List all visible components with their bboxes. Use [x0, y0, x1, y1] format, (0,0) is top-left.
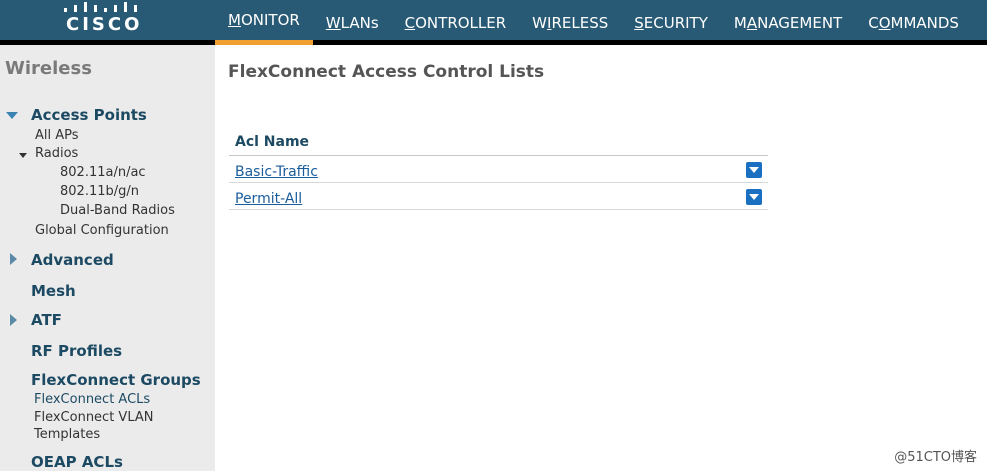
sidebar-item-global-config[interactable]: Global Configuration: [35, 223, 169, 238]
cisco-logo-text: CISCO: [66, 14, 143, 35]
nav-wlans[interactable]: W LANs: [313, 0, 392, 45]
sidebar-item-flexconnect-groups[interactable]: FlexConnect Groups: [31, 371, 201, 389]
sidebar-item-flexconnect-vlan-templates[interactable]: Templates: [34, 427, 100, 442]
nav-monitor[interactable]: M ONITOR: [215, 0, 313, 45]
page-title: FlexConnect Access Control Lists: [228, 62, 545, 82]
acl-link[interactable]: Basic-Traffic: [235, 164, 318, 180]
sidebar-item-flexconnect-vlan[interactable]: FlexConnect VLAN: [34, 410, 154, 425]
nav-security[interactable]: S ECURITY: [621, 0, 721, 45]
nav-management[interactable]: M A NAGEMENT: [721, 0, 855, 45]
acl-link[interactable]: Permit-All: [235, 191, 302, 207]
expand-right-icon[interactable]: [10, 314, 17, 326]
sidebar-item-all-aps[interactable]: All APs: [35, 128, 79, 143]
sidebar: Wireless Access Points All APs Radios 80…: [0, 45, 215, 471]
sidebar-item-radios[interactable]: Radios: [35, 146, 78, 161]
sidebar-item-mesh[interactable]: Mesh: [31, 282, 76, 300]
expand-down-icon[interactable]: [6, 112, 18, 119]
table-row: Basic-Traffic: [229, 156, 768, 183]
expand-down-icon[interactable]: [19, 153, 27, 158]
row-dropdown-icon[interactable]: [746, 162, 762, 178]
sidebar-item-radio-a[interactable]: 802.11a/n/ac: [60, 165, 146, 180]
cisco-logo-bars: [62, 0, 144, 12]
sidebar-item-rf-profiles[interactable]: RF Profiles: [31, 342, 122, 360]
sidebar-item-advanced[interactable]: Advanced: [31, 251, 114, 269]
watermark: @51CTO博客: [894, 450, 977, 465]
sidebar-item-oeap-acls[interactable]: OEAP ACLs: [31, 453, 123, 471]
column-header-acl-name: Acl Name: [229, 128, 768, 156]
nav-controller[interactable]: C ONTROLLER: [392, 0, 520, 45]
sidebar-item-access-points[interactable]: Access Points: [31, 106, 147, 124]
table-row: Permit-All: [229, 183, 768, 210]
sidebar-title: Wireless: [5, 58, 92, 79]
nav-commands[interactable]: C O MMANDS: [855, 0, 972, 45]
sidebar-item-flexconnect-acls[interactable]: FlexConnect ACLs: [34, 392, 150, 407]
sidebar-item-radio-b[interactable]: 802.11b/g/n: [60, 184, 139, 199]
main-menu: M ONITOR W LANs C ONTROLLER W I RELESS S ECURI…: [215, 0, 972, 45]
cisco-logo: CISCO: [62, 0, 144, 40]
sidebar-item-atf[interactable]: ATF: [31, 311, 62, 329]
nav-wireless[interactable]: W I RELESS: [519, 0, 621, 45]
sidebar-item-dual-band[interactable]: Dual-Band Radios: [60, 203, 175, 218]
row-dropdown-icon[interactable]: [746, 189, 762, 205]
acl-table: Acl Name Basic-Traffic Permit-All: [229, 128, 768, 210]
expand-right-icon[interactable]: [10, 253, 17, 265]
